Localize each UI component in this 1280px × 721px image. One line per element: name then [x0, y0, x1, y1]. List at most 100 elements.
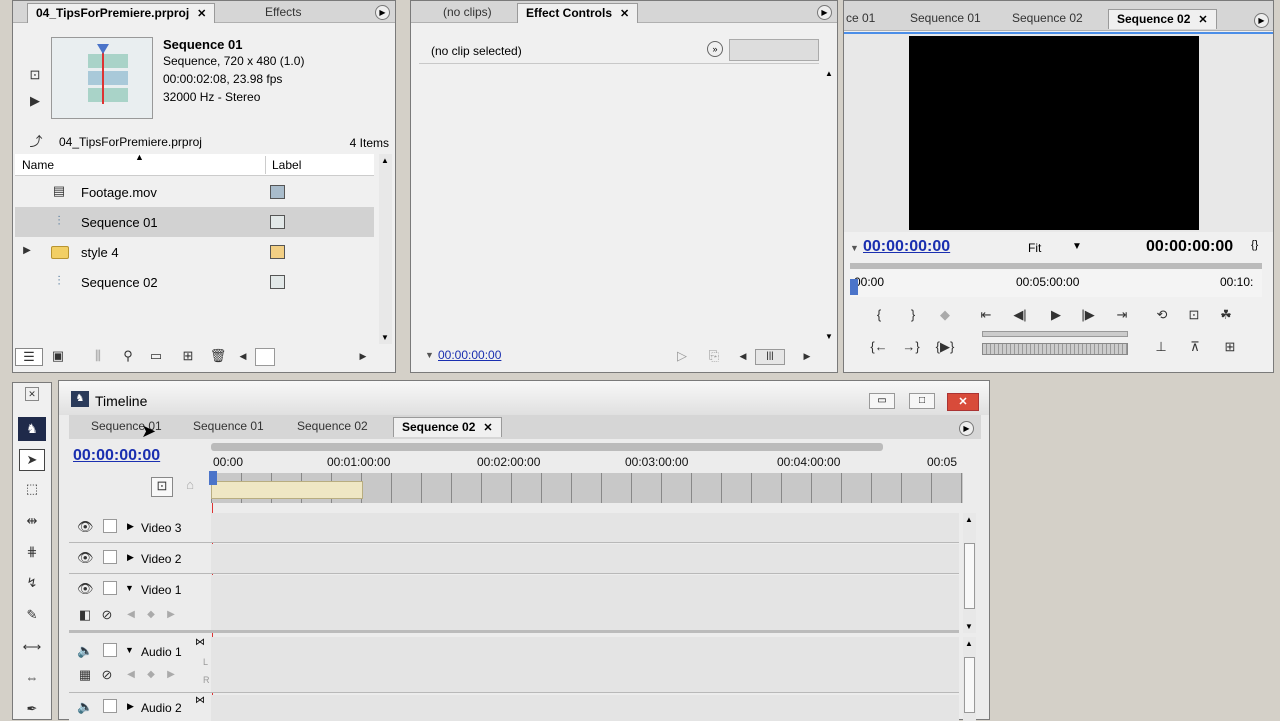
effects-timecode[interactable]: 00:00:00:00	[438, 348, 501, 362]
rate-stretch-tool-icon[interactable]: ↯	[21, 575, 43, 591]
label-swatch[interactable]	[270, 215, 285, 229]
eye-icon[interactable]: 👁	[77, 581, 94, 597]
keyframes-icon[interactable]: ⊘	[99, 607, 115, 623]
display-style-icon[interactable]: ◧	[77, 607, 93, 623]
eye-icon[interactable]: 👁	[77, 550, 94, 566]
tab-sequence-02-a[interactable]: Sequence 02	[289, 417, 376, 437]
shuttle-slider[interactable]	[982, 331, 1128, 337]
tab-no-clips[interactable]: (no clips)	[435, 3, 500, 23]
play-icon[interactable]: ▶	[27, 93, 43, 109]
panel-menu-icon[interactable]: ▶	[1254, 13, 1269, 28]
effects-scrollbar[interactable]: ▲ ▼	[823, 67, 836, 343]
add-keyframe-icon[interactable]: ◆	[145, 607, 157, 623]
set-marker-icon[interactable]: ◆	[936, 307, 954, 323]
tab-sequence-02-active[interactable]: Sequence 02 ✕	[1108, 9, 1217, 29]
go-to-in-icon[interactable]: ⇤	[976, 307, 996, 323]
list-item-sequence-02[interactable]: ⫶ Sequence 02	[15, 267, 374, 297]
show-hide-timeline-icon[interactable]: »	[707, 41, 723, 57]
scroll-left-icon[interactable]: ◀	[737, 348, 749, 364]
razor-tool-icon[interactable]: ✎	[21, 607, 43, 623]
expand-triangle-icon[interactable]: ▶	[127, 521, 134, 532]
expand-triangle-icon[interactable]: ▶	[127, 552, 134, 563]
lift-icon[interactable]: ⊥	[1150, 339, 1172, 355]
snap-icon[interactable]: ⊡	[151, 477, 173, 497]
track-select-tool-icon[interactable]: ⬚	[21, 481, 43, 497]
jog-wheel[interactable]	[982, 343, 1128, 355]
slide-tool-icon[interactable]: ⇔	[21, 670, 43, 686]
expand-triangle-icon[interactable]: ▶	[21, 243, 33, 259]
collapse-triangle-icon[interactable]: ▼	[125, 645, 134, 655]
add-keyframe-icon[interactable]: ◆	[145, 667, 157, 683]
panel-menu-icon[interactable]: ▶	[375, 5, 390, 20]
list-view-icon[interactable]: ☰	[15, 348, 43, 366]
audio-tracks-scrollbar[interactable]: ▲	[963, 637, 976, 721]
tab-effects[interactable]: Effects	[257, 3, 309, 23]
tab-effect-controls[interactable]: Effect Controls ✕	[517, 3, 639, 23]
close-button[interactable]: ✕	[947, 393, 979, 411]
mark-in-icon[interactable]: {	[870, 307, 888, 323]
selection-tool-icon[interactable]: ➤	[19, 449, 45, 471]
loop-icon[interactable]: ⎘	[705, 348, 723, 364]
lock-box[interactable]	[103, 643, 117, 657]
next-keyframe-icon[interactable]: ▶	[165, 667, 177, 683]
output-icon[interactable]: ☘	[1216, 307, 1236, 323]
extract-icon[interactable]: ⊼	[1184, 339, 1206, 355]
tab-sequence-01-a[interactable]: Sequence 01	[83, 417, 170, 437]
trim-icon[interactable]: ⊞	[1218, 339, 1242, 355]
lock-box[interactable]	[103, 699, 117, 713]
display-style-icon[interactable]: ▦	[77, 667, 93, 683]
camera-icon[interactable]: ⊡	[27, 67, 43, 83]
project-scrollbar[interactable]: ▲ ▼	[379, 154, 392, 344]
timeline-current-timecode[interactable]: 00:00:00:00	[73, 447, 160, 465]
close-icon[interactable]: ✕	[620, 8, 629, 20]
video-tracks-scrollbar[interactable]: ▲ ▼	[963, 513, 976, 633]
keyframes-icon[interactable]: ⊘	[99, 667, 115, 683]
tab-project[interactable]: 04_TipsForPremiere.prproj ✕	[27, 3, 216, 23]
tab-sequence-02[interactable]: Sequence 02	[1004, 9, 1091, 29]
close-icon[interactable]: ✕	[25, 387, 39, 401]
step-forward-icon[interactable]: |▶	[1078, 307, 1098, 323]
playhead-icon[interactable]	[209, 471, 217, 485]
maximize-button[interactable]: □	[909, 393, 935, 409]
playhead-icon[interactable]	[850, 279, 858, 295]
play-icon[interactable]: ▶	[1046, 307, 1066, 323]
lock-box[interactable]	[103, 519, 117, 533]
list-item-footage[interactable]: ▤ Footage.mov	[15, 177, 374, 207]
col-name[interactable]: Name	[22, 158, 54, 172]
monitor-current-timecode[interactable]: 00:00:00:00	[863, 238, 950, 256]
horizontal-scrollbar[interactable]	[255, 348, 275, 366]
speaker-icon[interactable]: 🔈	[77, 699, 93, 715]
pen-tool-icon[interactable]: ✒	[21, 701, 43, 717]
timeline-ruler[interactable]: 00:00 00:01:00:00 00:02:00:00 00:03:00:0…	[209, 441, 963, 503]
zoom-bar[interactable]	[211, 443, 883, 451]
panel-menu-icon[interactable]: ▶	[817, 5, 832, 20]
folder-up-icon[interactable]: ⤴	[27, 134, 45, 150]
mark-out-icon[interactable]: }	[904, 307, 922, 323]
scroll-right-icon[interactable]: ▶	[801, 348, 813, 364]
collapse-triangle-icon[interactable]: ▼	[125, 583, 134, 593]
monitor-ruler[interactable]: 00:00 00:05:00:00 00:10:	[850, 263, 1262, 297]
close-icon[interactable]: ✕	[483, 422, 492, 434]
close-icon[interactable]: ✕	[197, 8, 206, 20]
scroll-left-icon[interactable]: ◀	[237, 348, 249, 364]
automate-icon[interactable]: ⫼	[89, 348, 107, 364]
lock-box[interactable]	[103, 581, 117, 595]
speaker-icon[interactable]: 🔈	[77, 643, 93, 659]
timecode-options-icon[interactable]: {}	[1251, 239, 1258, 251]
go-to-next-edit-icon[interactable]: →}	[900, 339, 922, 355]
minimize-button[interactable]: ▭	[869, 393, 895, 409]
icon-view-icon[interactable]: ▣	[49, 348, 67, 364]
eye-icon[interactable]: 👁	[77, 519, 94, 535]
step-back-icon[interactable]: ◀|	[1010, 307, 1030, 323]
list-item-style-4[interactable]: ▶ style 4	[15, 237, 374, 267]
col-divider[interactable]	[265, 156, 266, 174]
chevron-down-icon[interactable]: ▼	[1072, 241, 1082, 252]
panel-menu-icon[interactable]: ▶	[959, 421, 974, 436]
loop-icon[interactable]: ⟲	[1152, 307, 1172, 323]
close-icon[interactable]: ✕	[1198, 14, 1207, 26]
zoom-slider[interactable]: |||	[755, 349, 785, 365]
new-bin-icon[interactable]: ▭	[147, 348, 165, 364]
go-to-out-icon[interactable]: ⇥	[1112, 307, 1132, 323]
ripple-edit-tool-icon[interactable]: ⇹	[21, 513, 43, 529]
tab-sequence-01-b[interactable]: Sequence 01	[185, 417, 272, 437]
